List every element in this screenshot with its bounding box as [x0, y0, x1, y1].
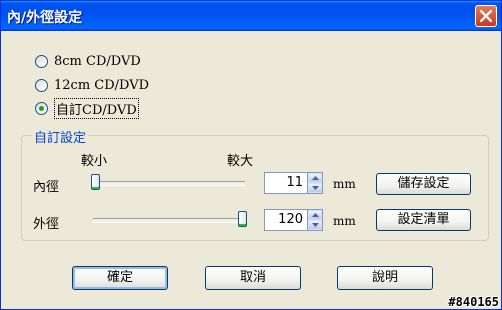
- outer-diameter-track[interactable]: [93, 218, 245, 223]
- arrow-down-icon: [312, 186, 319, 190]
- radio-8cm[interactable]: 8cm CD/DVD: [35, 52, 141, 70]
- radio-label: 12cm CD/DVD: [54, 77, 150, 93]
- close-icon: [480, 10, 492, 22]
- inner-diameter-track[interactable]: [93, 181, 245, 186]
- inner-diameter-slider-thumb[interactable]: [91, 174, 100, 190]
- spin-up-button[interactable]: [308, 210, 322, 220]
- outer-diameter-slider-thumb[interactable]: [238, 211, 247, 227]
- ok-button[interactable]: 確定: [72, 266, 168, 290]
- smaller-label: 較小: [81, 154, 108, 169]
- radio-circle-selected[interactable]: [35, 101, 48, 115]
- spin-down-button[interactable]: [308, 183, 322, 193]
- close-button[interactable]: [475, 5, 497, 27]
- spin-down-button[interactable]: [308, 220, 322, 230]
- arrow-down-icon: [312, 223, 319, 227]
- radio-label: 8cm CD/DVD: [54, 53, 141, 69]
- group-title: 自訂設定: [32, 127, 89, 146]
- spin-up-button[interactable]: [308, 173, 322, 183]
- watermark-id: #840165: [448, 295, 499, 309]
- radio-custom[interactable]: 自訂CD/DVD: [35, 97, 139, 119]
- outer-diameter-input[interactable]: 120: [264, 209, 308, 231]
- dialog-window: 內/外徑設定 8cm CD/DVD 12cm CD/DVD 自訂CD/DVD 自…: [0, 0, 502, 310]
- outer-diameter-spinner[interactable]: [308, 209, 323, 231]
- outer-diameter-unit: mm: [333, 214, 356, 228]
- larger-label: 較大: [227, 154, 254, 169]
- inner-diameter-label: 內徑: [33, 180, 60, 195]
- title-bar[interactable]: 內/外徑設定: [1, 1, 501, 31]
- cancel-button[interactable]: 取消: [205, 266, 301, 290]
- radio-circle[interactable]: [35, 54, 48, 68]
- save-settings-button[interactable]: 儲存設定: [376, 173, 471, 195]
- outer-diameter-label: 外徑: [33, 217, 60, 232]
- radio-12cm[interactable]: 12cm CD/DVD: [35, 76, 149, 94]
- arrow-up-icon: [312, 213, 319, 217]
- inner-diameter-input[interactable]: 11: [264, 172, 308, 194]
- help-button[interactable]: 說明: [337, 266, 433, 290]
- window-title: 內/外徑設定: [7, 10, 83, 26]
- radio-label: 自訂CD/DVD: [54, 97, 139, 119]
- dialog-body: 8cm CD/DVD 12cm CD/DVD 自訂CD/DVD 自訂設定 較小 …: [5, 31, 497, 307]
- radio-circle[interactable]: [35, 78, 48, 92]
- settings-list-button[interactable]: 設定清單: [376, 209, 471, 231]
- inner-diameter-unit: mm: [333, 177, 356, 191]
- inner-diameter-spinner[interactable]: [308, 172, 323, 194]
- arrow-up-icon: [312, 176, 319, 180]
